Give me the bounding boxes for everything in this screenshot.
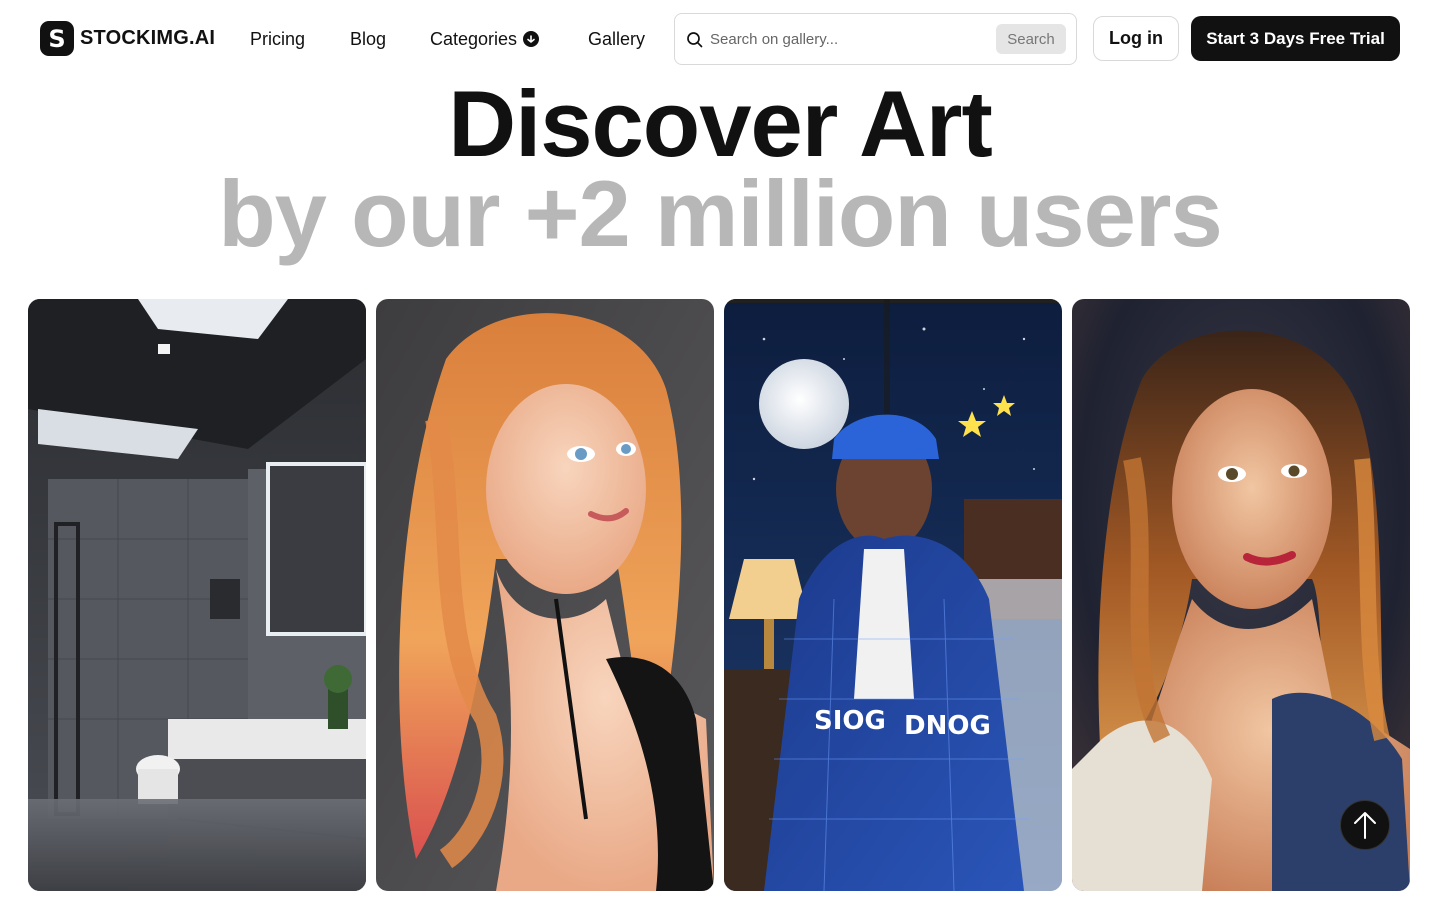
arrow-up-icon (1354, 812, 1376, 839)
brand-name: STOCKIMG.AI (80, 27, 216, 49)
hero-title: Discover Art (448, 71, 993, 176)
gallery-grid: SIOG DNOG (28, 299, 1412, 891)
chevron-down-icon (523, 31, 540, 47)
gallery-card-bathroom[interactable] (28, 299, 366, 891)
portrait-redhead-image (376, 299, 714, 891)
bathroom-image (28, 299, 366, 891)
hero-subtitle: by our +2 million users (218, 161, 1222, 266)
nav-blog-link[interactable]: Blog (350, 28, 386, 50)
search-input[interactable] (710, 26, 980, 52)
svg-text:DNOG: DNOG (904, 711, 991, 741)
svg-text:SIOG: SIOG (814, 706, 886, 736)
brand-logo[interactable]: S STOCKIMG.AI (40, 21, 215, 56)
nav-pricing-link[interactable]: Pricing (250, 28, 305, 50)
search-button[interactable]: Search (996, 24, 1066, 54)
free-trial-button[interactable]: Start 3 Days Free Trial (1191, 16, 1400, 61)
gallery-card-portrait-redhead[interactable] (376, 299, 714, 891)
gallery-search: Search (674, 13, 1077, 65)
gallery-card-night-portrait[interactable]: SIOG DNOG (724, 299, 1062, 891)
nav-categories-dropdown[interactable]: Categories (430, 28, 540, 50)
nav-gallery-link[interactable]: Gallery (588, 28, 645, 50)
nav-categories-label: Categories (430, 29, 518, 49)
login-button[interactable]: Log in (1093, 16, 1179, 61)
logo-mark-icon: S (40, 21, 74, 56)
night-portrait-image: SIOG DNOG (724, 299, 1062, 891)
scroll-to-top-button[interactable] (1340, 800, 1390, 850)
search-icon (686, 31, 704, 54)
top-navigation: S STOCKIMG.AI Pricing Blog Categories Ga… (0, 0, 1440, 78)
